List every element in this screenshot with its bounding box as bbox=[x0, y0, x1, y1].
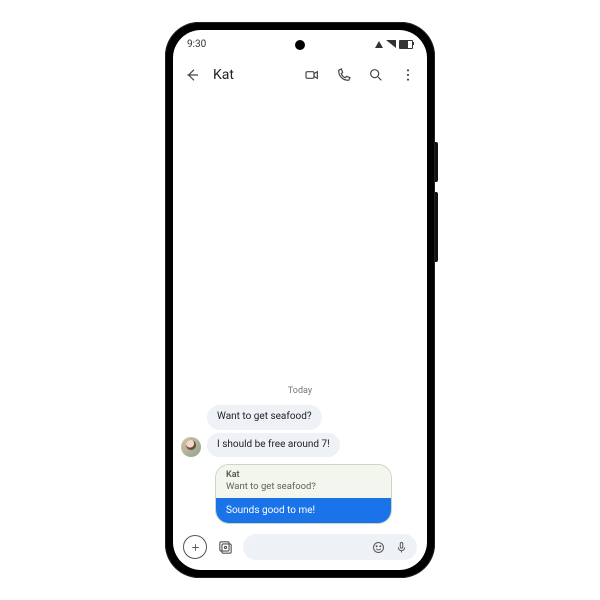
mic-icon[interactable] bbox=[394, 540, 409, 555]
add-attachment-button[interactable] bbox=[183, 535, 207, 559]
more-icon[interactable] bbox=[399, 66, 417, 84]
phone-call-icon[interactable] bbox=[335, 66, 353, 84]
video-call-icon[interactable] bbox=[303, 66, 321, 84]
wifi-icon bbox=[375, 41, 383, 48]
status-time: 9:30 bbox=[187, 39, 206, 50]
avatar[interactable] bbox=[181, 437, 201, 457]
date-separator: Today bbox=[181, 386, 419, 396]
reply-preview-card[interactable]: Kat Want to get seafood? Sounds good to … bbox=[215, 464, 392, 524]
front-camera bbox=[295, 40, 305, 50]
message-row: I should be free around 7! bbox=[181, 433, 419, 458]
emoji-icon[interactable] bbox=[371, 540, 386, 555]
side-button bbox=[435, 192, 438, 262]
message-input[interactable] bbox=[243, 534, 417, 560]
back-icon[interactable] bbox=[183, 66, 201, 84]
battery-icon bbox=[399, 40, 413, 49]
message-row: Want to get seafood? bbox=[181, 405, 419, 430]
quoted-preview: Kat Want to get seafood? bbox=[216, 465, 391, 498]
incoming-bubble[interactable]: I should be free around 7! bbox=[207, 433, 340, 458]
gallery-button[interactable] bbox=[215, 537, 235, 557]
app-bar: Kat bbox=[173, 58, 427, 92]
message-list[interactable]: Today Want to get seafood? I should be f… bbox=[173, 92, 427, 528]
side-button bbox=[435, 142, 438, 182]
incoming-bubble[interactable]: Want to get seafood? bbox=[207, 405, 322, 430]
outgoing-reply-bubble[interactable]: Sounds good to me! bbox=[216, 498, 391, 523]
phone-frame: 9:30 Kat bbox=[165, 22, 435, 578]
quoted-sender: Kat bbox=[226, 470, 381, 480]
quoted-text: Want to get seafood? bbox=[226, 481, 381, 492]
composer bbox=[173, 528, 427, 570]
screen: 9:30 Kat bbox=[173, 30, 427, 570]
conversation-title[interactable]: Kat bbox=[213, 67, 293, 83]
search-icon[interactable] bbox=[367, 66, 385, 84]
signal-icon bbox=[386, 40, 396, 48]
